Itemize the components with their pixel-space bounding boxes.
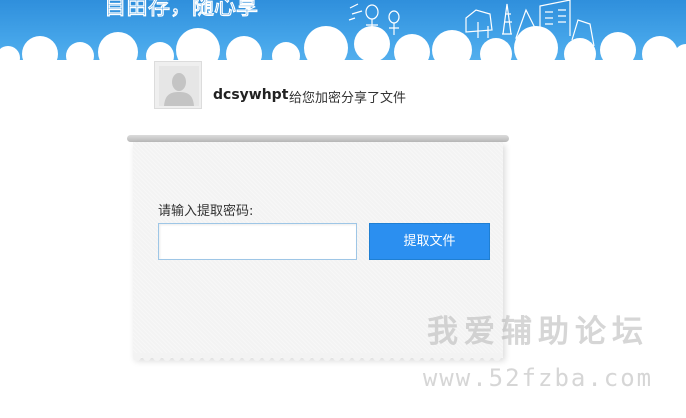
watermark-site-name: 我爱辅助论坛 (427, 314, 649, 350)
sharer-username[interactable]: dcsywhpt (213, 87, 288, 103)
header-banner: 自由存，随心享 (0, 0, 686, 70)
cloud-border (0, 26, 686, 70)
share-message: 给您加密分享了文件 (289, 91, 407, 106)
extract-file-button[interactable]: 提取文件 (369, 223, 490, 260)
default-user-icon (159, 66, 199, 106)
password-input[interactable] (158, 223, 357, 260)
avatar (154, 61, 202, 109)
card-top-bar (127, 135, 509, 142)
card-zigzag-edge (133, 353, 503, 361)
watermark-url: www.52fzba.com (422, 364, 654, 392)
password-label: 请输入提取密码: (158, 204, 254, 219)
